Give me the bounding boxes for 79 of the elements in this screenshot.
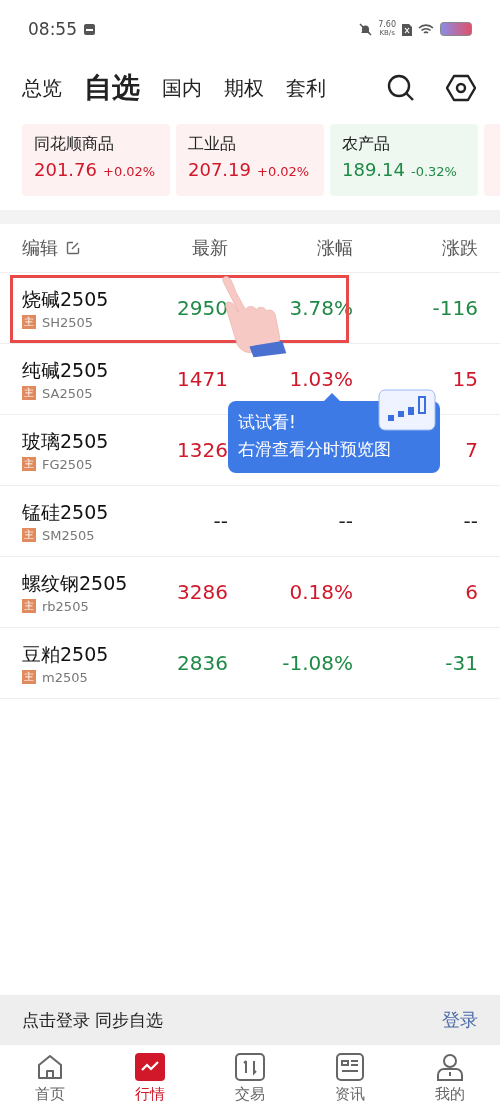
- change-amount: 15: [452, 367, 478, 391]
- notification-icon: [83, 22, 96, 36]
- login-link[interactable]: 登录: [442, 1008, 478, 1032]
- column-header[interactable]: 涨幅: [228, 236, 353, 260]
- index-card[interactable]: 工业品 207.19 +0.02%: [176, 124, 324, 196]
- change-amount: --: [463, 509, 478, 533]
- market-tab[interactable]: 国内: [162, 74, 202, 102]
- main-contract-badge: 主: [22, 386, 36, 400]
- chart-icon: [135, 1053, 165, 1081]
- index-card[interactable]: 同花顺商品 201.76 +0.02%: [22, 124, 170, 196]
- latest-price: 2950: [177, 296, 228, 320]
- user-icon: [436, 1053, 464, 1081]
- latest-price: 3286: [177, 580, 228, 604]
- main-contract-badge: 主: [22, 670, 36, 684]
- home-icon: [36, 1053, 64, 1081]
- index-change: +0.02%: [257, 164, 310, 179]
- change-percent: 1.03%: [289, 367, 353, 391]
- change-amount: 7: [465, 438, 478, 462]
- contract-name: 烧碱2505: [22, 286, 110, 312]
- contract-name: 锰硅2505: [22, 499, 110, 525]
- column-header[interactable]: 涨跌: [353, 236, 478, 260]
- main-contract-badge: 主: [22, 599, 36, 613]
- bottom-nav-item[interactable]: 交易: [200, 1045, 300, 1115]
- news-icon: [336, 1053, 364, 1081]
- main-contract-badge: 主: [22, 528, 36, 542]
- contract-name: 纯碱2505: [22, 357, 110, 383]
- settings-icon[interactable]: [446, 73, 476, 103]
- index-card[interactable]: 农产品 189.14 -0.32%: [330, 124, 478, 196]
- latest-price: 1471: [177, 367, 228, 391]
- contract-name: 豆粕2505: [22, 641, 110, 667]
- index-change: +0.02%: [103, 164, 156, 179]
- change-amount: 6: [465, 580, 478, 604]
- market-tab[interactable]: 期权: [224, 74, 264, 102]
- change-percent: --: [338, 509, 353, 533]
- trade-icon: [235, 1053, 265, 1081]
- bottom-nav-item[interactable]: 首页: [0, 1045, 100, 1115]
- contract-code: SH2505: [42, 314, 94, 330]
- change-amount: -116: [432, 296, 478, 320]
- sim-icon: [402, 22, 412, 36]
- market-tab[interactable]: 自选: [84, 69, 140, 107]
- bell-muted-icon: [359, 22, 373, 36]
- contract-code: m2505: [42, 669, 88, 685]
- contract-code: rb2505: [42, 598, 89, 614]
- contract-code: SA2505: [42, 385, 93, 401]
- index-name: 同花顺商品: [34, 134, 115, 155]
- status-time: 08:55: [28, 19, 77, 39]
- latest-price: 1326: [177, 438, 228, 462]
- bottom-nav-item[interactable]: 行情: [100, 1045, 200, 1115]
- market-tab[interactable]: 套利: [286, 74, 326, 102]
- index-change: -0.32%: [411, 164, 457, 179]
- contract-name: 螺纹钢2505: [22, 570, 129, 596]
- main-contract-badge: 主: [22, 457, 36, 471]
- main-contract-badge: 主: [22, 315, 36, 329]
- contract-code: FG2505: [42, 456, 93, 472]
- latest-price: 2836: [177, 651, 228, 675]
- wifi-icon: [418, 22, 434, 36]
- latest-price: --: [213, 509, 228, 533]
- search-icon[interactable]: [386, 73, 416, 103]
- tooltip-title: 试试看!: [238, 411, 297, 434]
- index-value: 207.19: [188, 159, 251, 180]
- index-value: 201.76: [34, 159, 97, 180]
- bottom-nav-item[interactable]: 我的: [400, 1045, 500, 1115]
- login-prompt: 点击登录 同步自选: [22, 1008, 164, 1032]
- column-header[interactable]: 最新: [158, 236, 228, 260]
- contract-code: SM2505: [42, 527, 95, 543]
- battery-icon: [440, 22, 472, 36]
- network-speed: 7.60: [378, 21, 396, 29]
- edit-icon[interactable]: [66, 241, 80, 255]
- market-tab[interactable]: 总览: [22, 74, 62, 102]
- contract-name: 玻璃2505: [22, 428, 110, 454]
- index-name: 工业品: [188, 134, 237, 155]
- tooltip-text: 右滑查看分时预览图: [238, 438, 392, 461]
- change-amount: -31: [445, 651, 478, 675]
- change-percent: -1.08%: [282, 651, 353, 675]
- change-percent: 0.18%: [289, 580, 353, 604]
- index-name: 农产品: [342, 134, 391, 155]
- column-header[interactable]: 编辑: [22, 236, 58, 260]
- index-value: 189.14: [342, 159, 405, 180]
- bottom-nav-item[interactable]: 资讯: [300, 1045, 400, 1115]
